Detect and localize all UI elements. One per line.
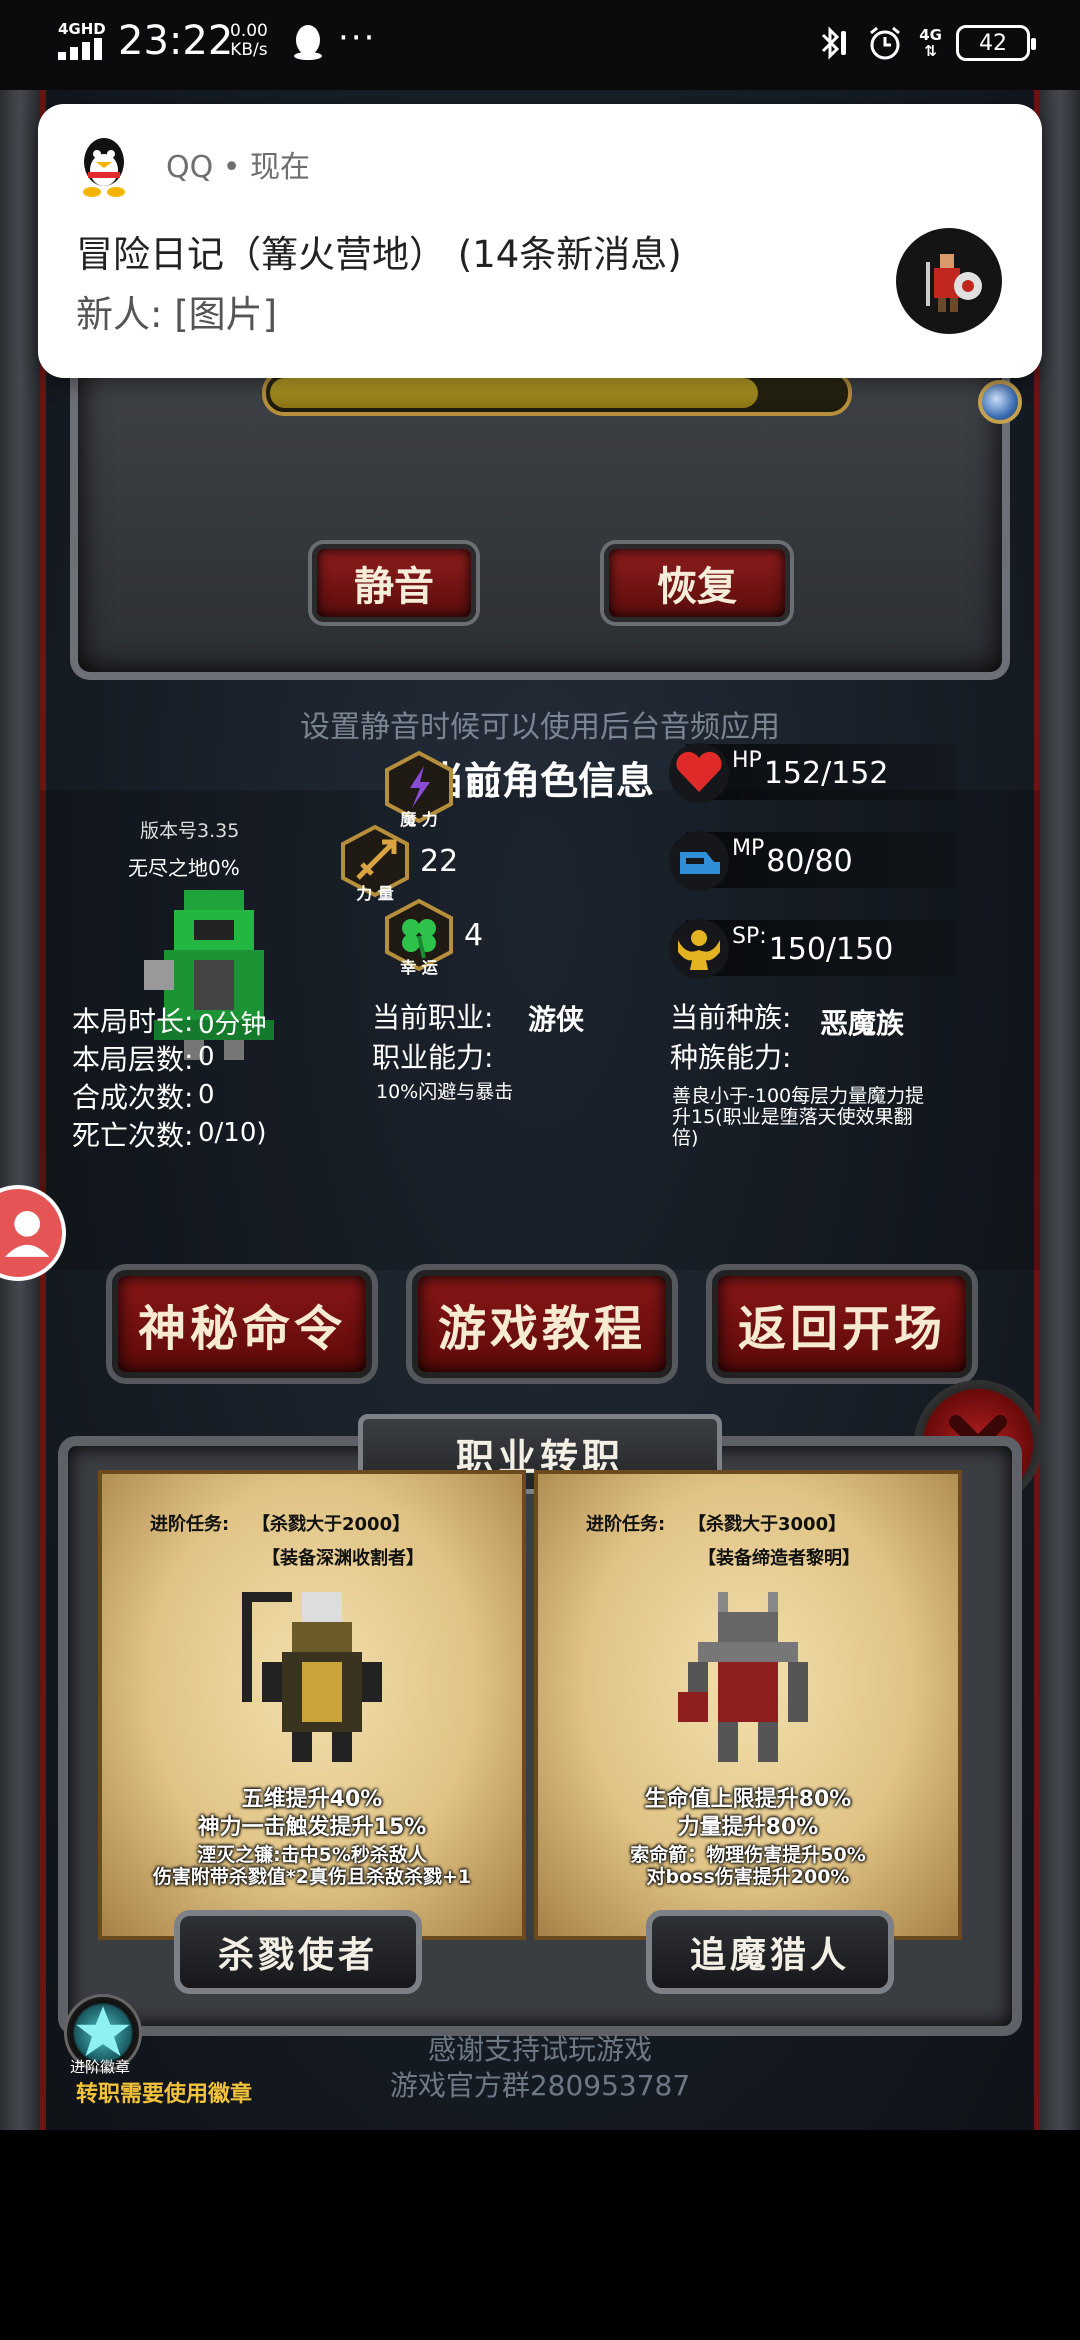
audio-hint: 设置静音时候可以使用后台音频应用	[300, 710, 780, 745]
mp-label: MP	[732, 836, 765, 861]
job-label: 当前职业:	[372, 1001, 494, 1034]
race-label: 当前种族:	[670, 1001, 792, 1034]
magic-value: 12	[464, 769, 503, 805]
hp-label: HP	[732, 748, 762, 773]
stat-magic: 魔 力 12	[382, 750, 592, 829]
hunter-sprite	[678, 1592, 808, 1762]
vital-mp: MP 80/80	[666, 828, 956, 894]
mp-value: 80/80	[766, 843, 853, 879]
battery-icon: 42	[956, 25, 1036, 61]
stat-luck: 幸 运 4	[382, 898, 592, 977]
bonus-line: 五维提升40%	[241, 1787, 383, 1812]
task-kills: 【杀戮大于2000】	[252, 1514, 411, 1535]
bluetooth-vibrate-icon	[822, 26, 847, 60]
muscle-icon	[669, 919, 729, 979]
synth-label: 合成次数:	[72, 1081, 194, 1114]
deaths-value: 0/10)	[198, 1118, 267, 1148]
data-arrows-icon: ⇅	[924, 42, 937, 60]
volume-fill	[270, 378, 758, 408]
job-ability-value: 10%闪避与暴击	[376, 1081, 514, 1103]
job-ability-label: 职业能力:	[372, 1041, 494, 1074]
bonus-line: 索命箭：物理伤害提升50%	[630, 1844, 866, 1866]
bonus-line: 伤害附带杀戮值*2真伤且杀敌杀戮+1	[152, 1866, 472, 1888]
frame-right	[1034, 90, 1080, 2130]
volume-knob[interactable]	[978, 380, 1022, 424]
race-value: 恶魔族	[820, 1007, 905, 1040]
vital-sp: SP: 150/150	[666, 916, 956, 982]
career-card-left[interactable]: 进阶任务: 【杀戮大于2000】 【装备深渊收割者】 五维提升40% 神力一击触…	[98, 1470, 526, 1940]
version-label: 版本号3.35	[140, 820, 240, 842]
secret-command-button[interactable]: 神秘命令	[112, 1270, 372, 1378]
job-value: 游侠	[528, 1003, 585, 1036]
sp-value: 150/150	[768, 931, 894, 967]
mana-boot-icon	[669, 831, 729, 891]
group-text: 游戏官方群280953787	[389, 2069, 691, 2102]
back-to-start-button[interactable]: 返回开场	[712, 1270, 972, 1378]
mute-button[interactable]: 静音	[312, 544, 476, 622]
restore-button[interactable]: 恢复	[604, 544, 790, 622]
task-label: 进阶任务:	[586, 1514, 666, 1535]
race-ability-label: 种族能力:	[670, 1041, 792, 1074]
network-type: 4GHD	[58, 20, 106, 38]
bonus-line: 生命值上限提升80%	[644, 1787, 852, 1812]
sp-label: SP:	[732, 924, 767, 949]
class-hunter-button[interactable]: 追魔猎人	[646, 1910, 894, 1994]
status-bar: 4GHD 23:22 0.00 KB/s ··· 4G ⇅ 42	[0, 0, 1080, 90]
floors-label: 本局层数:	[72, 1043, 194, 1076]
bottom-area	[0, 2130, 1080, 2340]
alarm-icon	[870, 26, 901, 60]
qq-penguin-icon	[83, 138, 125, 197]
reaper-sprite	[242, 1592, 382, 1762]
luck-value: 4	[464, 917, 484, 953]
qq-notification[interactable]: QQ • 现在 冒险日记（篝火营地） (14条新消息) 新人: [图片]	[38, 104, 1042, 378]
net-speed: 0.00 KB/s	[230, 22, 268, 60]
endless-progress: 无尽之地0%	[128, 856, 240, 880]
bonus-line: 神力一击触发提升15%	[197, 1815, 427, 1840]
bonus-line: 对boss伤害提升200%	[646, 1866, 850, 1888]
float-avatar-icon[interactable]	[0, 1185, 66, 1281]
hp-value: 152/152	[763, 755, 889, 791]
floors-value: 0	[198, 1042, 215, 1072]
mobile-data-label: 4G	[919, 26, 942, 44]
net-speed-unit: KB/s	[230, 40, 268, 60]
duration-label: 本局时长:	[72, 1005, 194, 1038]
synth-value: 0	[198, 1080, 215, 1110]
task-kills: 【杀戮大于3000】	[688, 1514, 847, 1535]
career-card-right[interactable]: 进阶任务: 【杀戮大于3000】 【装备缔造者黎明】 生命值上限提升80% 力量…	[534, 1470, 962, 1940]
more-icon: ···	[338, 18, 377, 58]
tutorial-button[interactable]: 游戏教程	[412, 1270, 672, 1378]
game-screen: 静音 恢复 设置静音时候可以使用后台音频应用 当前角色信息 版本号3.35 无尽…	[0, 90, 1080, 2130]
race-ability-value: 善良小于-100每层力量魔力提升15(职业是堕落天使效果翻倍)	[672, 1085, 925, 1149]
net-speed-value: 0.00	[230, 21, 268, 41]
duration-value: 0分钟	[198, 1010, 267, 1040]
thanks-text: 感谢支持试玩游戏	[427, 2033, 652, 2066]
notification-text: 新人: [图片]	[76, 293, 278, 336]
notification-title: 冒险日记（篝火营地） (14条新消息)	[76, 233, 682, 276]
task-equip: 【装备缔造者黎明】	[698, 1548, 860, 1569]
status-right: 4G ⇅ 42	[811, 20, 1036, 66]
bonus-line: 力量提升80%	[677, 1815, 819, 1840]
battery-level: 42	[979, 30, 1007, 56]
heart-icon	[669, 743, 729, 803]
luck-label: 幸 运	[400, 958, 438, 977]
signal-icon	[58, 38, 102, 60]
task-equip: 【装备深渊收割者】	[262, 1548, 424, 1569]
notification-app: QQ • 现在	[166, 150, 310, 185]
class-slayer-button[interactable]: 杀戮使者	[174, 1910, 422, 1994]
group-avatar	[896, 228, 1002, 334]
deaths-label: 死亡次数:	[72, 1119, 194, 1152]
task-label: 进阶任务:	[150, 1514, 230, 1535]
bonus-line: 湮灭之镰:击中5%秒杀敌人	[197, 1844, 427, 1866]
strength-value: 22	[420, 843, 459, 879]
clock: 23:22	[118, 18, 234, 64]
stat-strength: 力 量 22	[338, 824, 548, 903]
vital-hp: HP 152/152	[666, 740, 956, 806]
qq-penguin-icon	[294, 25, 322, 60]
mobile-data-indicator: 4G ⇅	[919, 27, 942, 59]
